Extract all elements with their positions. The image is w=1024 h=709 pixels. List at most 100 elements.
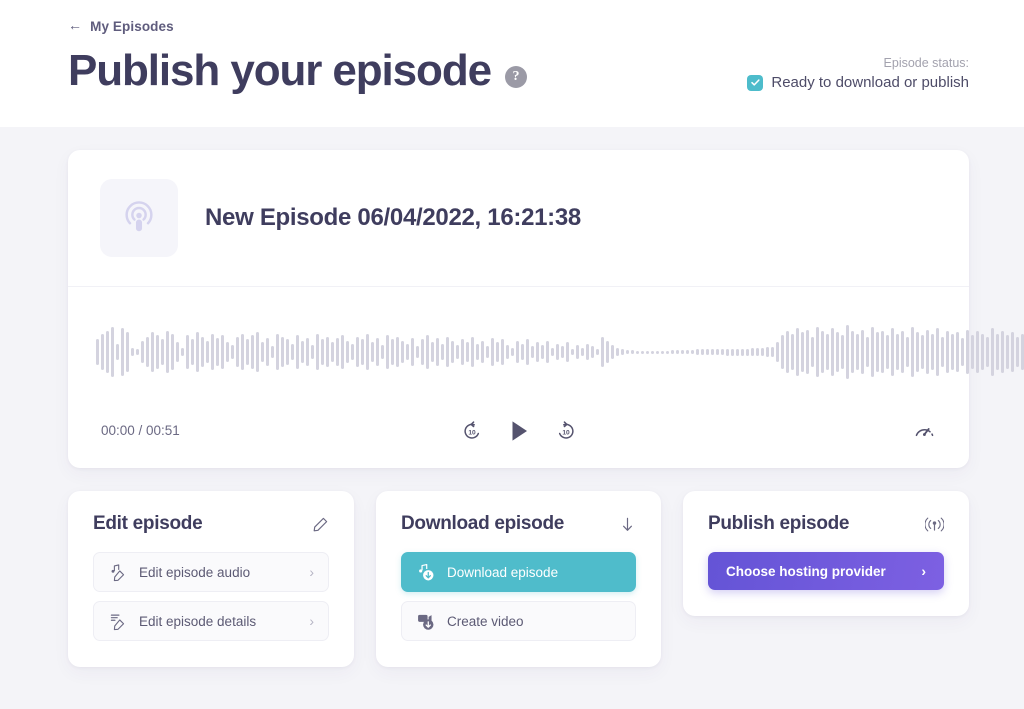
waveform-bar [996,334,999,370]
download-episode-button[interactable]: Download episode [401,552,636,592]
waveform-bar [161,339,164,364]
waveform-bar [141,341,144,363]
card-title: Download episode [401,513,564,535]
waveform-bar [806,330,809,375]
playback-speed-icon[interactable] [913,419,936,442]
rewind-10-icon[interactable]: 10 [460,419,484,443]
waveform-bar [616,348,619,356]
waveform-bar [666,351,669,354]
waveform-bar [566,342,569,362]
waveform-bar [241,334,244,370]
waveform-bar [246,339,249,364]
waveform-bar [396,337,399,368]
waveform-bar [976,331,979,373]
waveform-bar [131,348,134,356]
waveform-bar [816,327,819,377]
music-download-icon [416,563,435,582]
waveform-bar [166,331,169,373]
waveform-bar [441,344,444,361]
card-download-episode: Download episode Download episod [376,491,661,667]
status-checkbox[interactable] [747,75,763,91]
waveform-bar [386,335,389,369]
waveform-bar [426,335,429,369]
waveform-bar [296,335,299,369]
episode-player-card: New Episode 06/04/2022, 16:21:38 00:00 /… [68,150,969,468]
waveform-bar [811,337,814,368]
waveform-bar [186,335,189,369]
waveform-bar [951,334,954,370]
card-publish-episode: Publish episode Choose ho [683,491,969,616]
waveform-bar [926,330,929,375]
episode-status-value: Ready to download or publish [771,74,969,91]
waveform-bar [436,338,439,366]
waveform-bar [376,338,379,366]
button-label: Edit episode details [139,614,297,629]
play-icon[interactable] [506,418,532,444]
waveform-bar [471,337,474,368]
waveform-bar [916,332,919,371]
waveform-bar [321,339,324,364]
back-to-my-episodes-link[interactable]: ← My Episodes [68,19,174,34]
waveform-bar [316,334,319,370]
waveform-bar [521,344,524,361]
svg-text:10: 10 [468,429,476,436]
waveform-bar [1001,331,1004,373]
waveform-bar [871,327,874,377]
waveform-bar [306,338,309,366]
chevron-right-icon: › [309,565,314,579]
waveform-bar [591,346,594,357]
help-circle-icon[interactable]: ? [505,66,527,88]
waveform-bar [251,335,254,369]
waveform-bar [541,345,544,359]
waveform-bar [196,332,199,371]
waveform-bar [286,339,289,364]
audio-waveform[interactable] [94,321,943,383]
card-title: Publish episode [708,513,849,535]
waveform-bar [946,331,949,373]
waveform-bar [881,331,884,373]
waveform-bar [856,334,859,370]
waveform-bar [531,346,534,357]
button-label: Download episode [447,565,621,580]
waveform-bar [646,351,649,354]
waveform-bar [906,337,909,368]
waveform-bar [986,337,989,368]
waveform-bar [511,348,514,356]
music-pencil-icon [108,563,127,582]
waveform-bar [656,351,659,354]
waveform-bar [586,344,589,361]
waveform-bar [756,348,759,356]
waveform-bar [631,350,634,354]
waveform-bar [201,337,204,368]
button-label: Edit episode audio [139,565,297,580]
waveform-bar [846,325,849,378]
video-download-icon [416,612,435,631]
waveform-bar [861,330,864,375]
waveform-bar [101,334,104,370]
waveform-bar [191,339,194,364]
waveform-bar [546,341,549,363]
create-video-button[interactable]: Create video [401,601,636,641]
waveform-bar [791,334,794,370]
waveform-bar [766,347,769,357]
waveform-bar [571,349,574,355]
choose-hosting-provider-button[interactable]: Choose hosting provider › [708,552,944,590]
episode-header: New Episode 06/04/2022, 16:21:38 [68,150,969,287]
waveform-bar [826,334,829,370]
waveform-bar [401,341,404,363]
waveform-bar [136,349,139,355]
waveform-bar [416,346,419,357]
waveform-bar [221,335,224,369]
waveform-bar [361,339,364,364]
waveform-bar [956,332,959,371]
waveform-bar [391,339,394,364]
waveform-bar [271,346,274,357]
action-cards-row: Edit episode Edit episode audio › [68,491,969,667]
waveform-bar [311,345,314,359]
waveform-bar [606,341,609,363]
edit-episode-details-button[interactable]: Edit episode details › [93,601,329,641]
forward-10-icon[interactable]: 10 [554,419,578,443]
waveform-bar [266,338,269,366]
document-pencil-icon [108,612,127,631]
edit-episode-audio-button[interactable]: Edit episode audio › [93,552,329,592]
